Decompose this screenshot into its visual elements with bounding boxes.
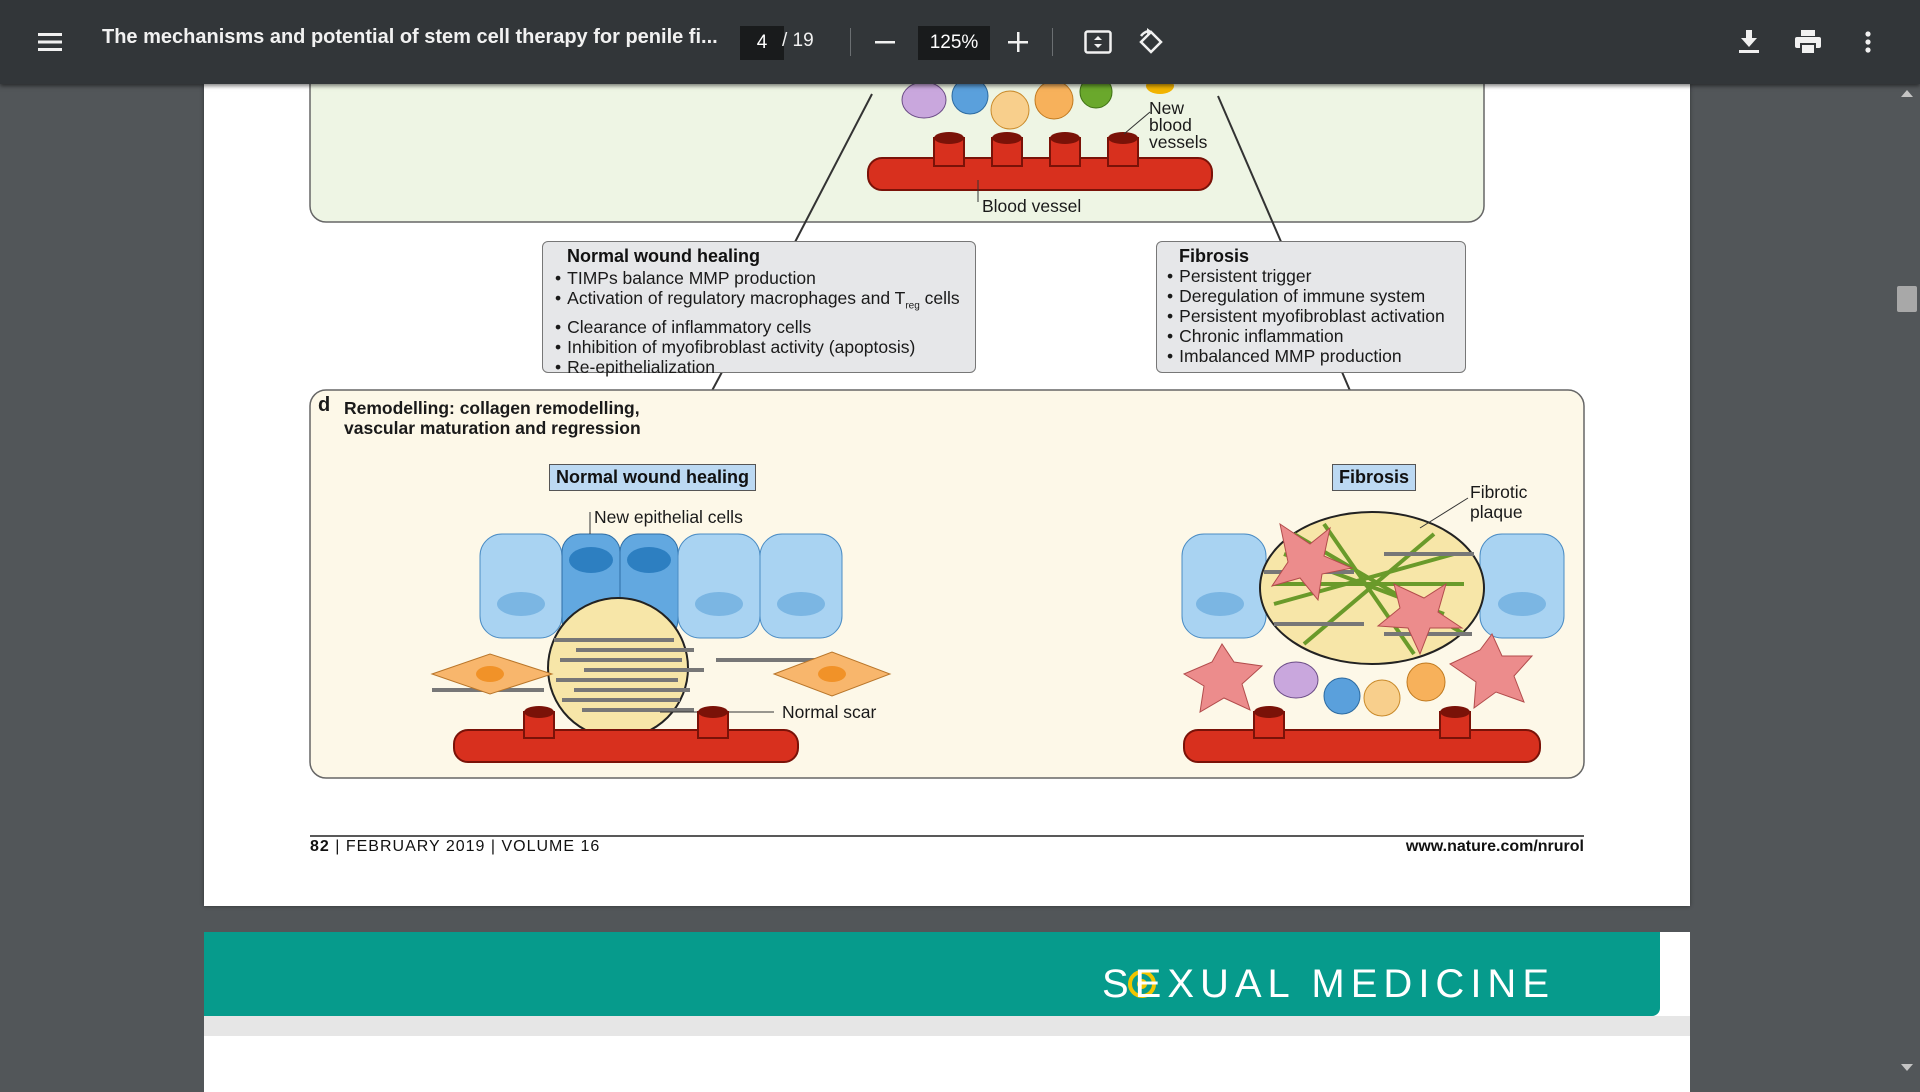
list-item: Imbalanced MMP production: [1167, 346, 1445, 366]
list-item: Persistent myofibroblast activation: [1167, 306, 1445, 326]
print-icon[interactable]: [1788, 22, 1828, 62]
scrollbar-thumb[interactable]: [1897, 286, 1917, 312]
scrollbar-track[interactable]: [1895, 84, 1920, 1080]
panel-d-title: Remodelling: collagen remodelling, vascu…: [344, 398, 641, 438]
pdf-toolbar: The mechanisms and potential of stem cel…: [0, 0, 1920, 84]
document-title: The mechanisms and potential of stem cel…: [102, 26, 718, 48]
tag-fibrosis: Fibrosis: [1332, 464, 1417, 491]
banner-strip: [204, 1016, 1690, 1036]
page-footer-url: www.nature.com/nrurol: [1405, 838, 1584, 855]
list-item: Persistent trigger: [1167, 266, 1445, 286]
scroll-up-arrow-icon[interactable]: [1901, 90, 1913, 97]
list-item: Deregulation of immune system: [1167, 286, 1445, 306]
list-item: Re-epithelialization: [555, 357, 960, 377]
figure-illustration: [309, 84, 1585, 837]
panel-letter: d: [318, 394, 331, 416]
normal-box-list: TIMPs balance MMP production Activation …: [555, 268, 960, 377]
toolbar-divider: [1052, 28, 1053, 56]
list-item: Inhibition of myofibroblast activity (ap…: [555, 337, 960, 357]
list-item: Chronic inflammation: [1167, 326, 1445, 346]
zoom-level-input[interactable]: [918, 26, 990, 60]
more-options-icon[interactable]: [1848, 22, 1888, 62]
journal-banner: SEXUAL MEDICINE: [204, 932, 1660, 1016]
list-item: Activation of regulatory macrophages and…: [555, 288, 960, 317]
menu-icon[interactable]: [30, 22, 70, 62]
download-icon[interactable]: [1729, 22, 1769, 62]
normal-scar-label: Normal scar: [782, 702, 877, 722]
new-blood-vessels-label: New blood vessels: [1149, 98, 1208, 152]
rotate-icon[interactable]: [1131, 22, 1171, 62]
new-epithelial-cells-label: New epithelial cells: [594, 507, 743, 527]
page-number-input[interactable]: [740, 26, 784, 60]
zoom-in-icon[interactable]: [998, 22, 1038, 62]
page-total: / 19: [782, 30, 814, 51]
zoom-out-icon[interactable]: [865, 22, 905, 62]
normal-wound-healing-box: Normal wound healing TIMPs balance MMP p…: [542, 241, 976, 377]
tag-normal-wound-healing: Normal wound healing: [549, 464, 757, 491]
fit-to-page-icon[interactable]: [1078, 22, 1118, 62]
pdf-page: New blood vessels Blood vessel Normal wo…: [204, 84, 1690, 906]
fibrosis-box-list: Persistent trigger Deregulation of immun…: [1167, 266, 1445, 366]
normal-box-heading: Normal wound healing: [567, 246, 761, 266]
blood-vessel-label: Blood vessel: [982, 196, 1082, 216]
list-item: TIMPs balance MMP production: [555, 268, 960, 288]
list-item: Clearance of inflammatory cells: [555, 317, 960, 337]
pdf-next-page: SEXUAL MEDICINE: [204, 932, 1690, 1092]
scroll-down-arrow-icon[interactable]: [1901, 1064, 1913, 1071]
toolbar-divider: [850, 28, 851, 56]
fibrosis-box-heading: Fibrosis: [1179, 246, 1250, 266]
fibrosis-box: Fibrosis Persistent trigger Deregulation…: [1156, 241, 1466, 373]
fibrotic-plaque-label: Fibrotic plaque: [1470, 482, 1528, 522]
page-footer-issue: 82 | FEBRUARY 2019 | VOLUME 16: [310, 838, 601, 855]
journal-banner-text: SEXUAL MEDICINE: [1101, 962, 1555, 1006]
